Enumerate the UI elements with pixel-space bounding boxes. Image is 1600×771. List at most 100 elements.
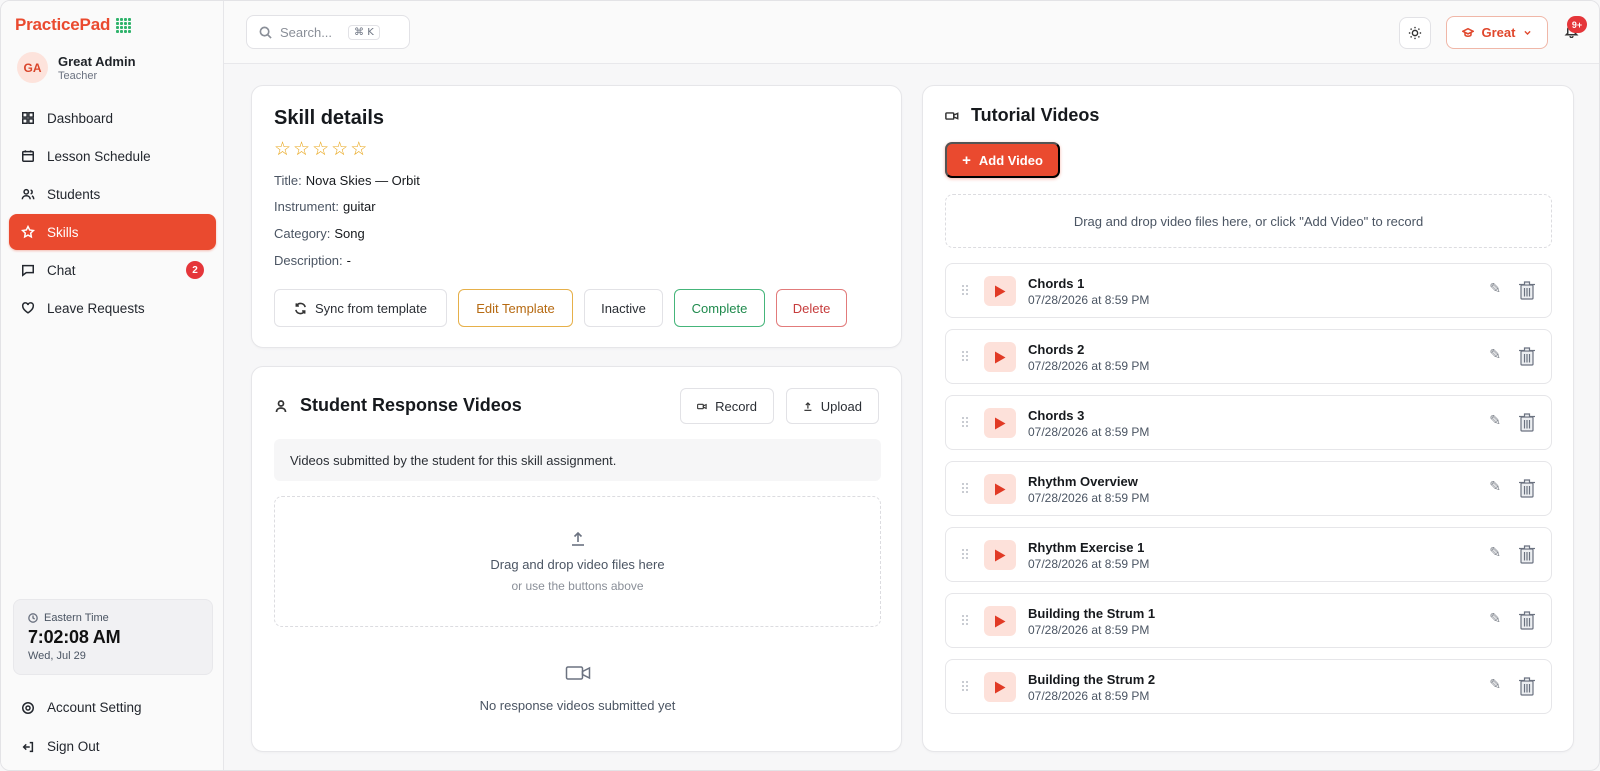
clock-icon: [28, 613, 38, 623]
trash-icon[interactable]: [1518, 478, 1536, 503]
video-date: 07/28/2026 at 8:59 PM: [1028, 359, 1150, 373]
rating-star-icon[interactable]: ☆: [274, 140, 291, 159]
sidebar-item-dashboard[interactable]: Dashboard: [9, 100, 216, 136]
tutorial-videos-heading: Tutorial Videos: [971, 105, 1100, 125]
brand-name: PracticePad: [15, 15, 111, 34]
pencil-icon[interactable]: ✎: [1489, 347, 1501, 363]
rating-star-icon[interactable]: ☆: [293, 140, 310, 159]
pencil-icon[interactable]: ✎: [1489, 281, 1501, 297]
clock-zone: Eastern Time: [28, 612, 198, 624]
upload-icon: [571, 531, 584, 546]
tutorial-video-dropzone[interactable]: Drag and drop video files here, or click…: [945, 194, 1552, 248]
field-value: Song: [334, 226, 365, 241]
upload-button[interactable]: Upload: [786, 388, 879, 424]
video-item[interactable]: Rhythm Overview 07/28/2026 at 8:59 PM ✎: [945, 461, 1552, 516]
video-title: Chords 2: [1028, 342, 1085, 357]
video-title: Rhythm Exercise 1: [1028, 540, 1145, 555]
field-label: Category:: [274, 226, 331, 241]
response-video-dropzone[interactable]: Drag and drop video files here or use th…: [274, 496, 881, 627]
add-video-button[interactable]: + Add Video: [945, 142, 1060, 178]
rating-star-icon[interactable]: ☆: [312, 140, 329, 159]
play-icon[interactable]: [984, 408, 1016, 438]
complete-button[interactable]: Complete: [674, 289, 765, 327]
delete-button[interactable]: Delete: [776, 289, 847, 327]
sidebar-item-label: Leave Requests: [47, 300, 145, 316]
trash-icon[interactable]: [1518, 412, 1536, 437]
sidebar-item-label: Lesson Schedule: [47, 148, 151, 164]
drag-handle-icon[interactable]: [962, 483, 968, 493]
skill-title-field: Title: Nova Skies — Orbit: [274, 173, 420, 188]
sync-from-template-button[interactable]: Sync from template: [274, 289, 447, 327]
star-icon: [21, 225, 35, 239]
sidebar-item-account-setting[interactable]: Account Setting: [9, 689, 216, 726]
clock-zone-label: Eastern Time: [44, 612, 109, 624]
trash-icon[interactable]: [1518, 346, 1536, 371]
pencil-icon[interactable]: ✎: [1489, 413, 1501, 429]
video-title: Rhythm Overview: [1028, 474, 1138, 489]
video-item[interactable]: Chords 2 07/28/2026 at 8:59 PM ✎: [945, 329, 1552, 384]
video-item[interactable]: Building the Strum 1 07/28/2026 at 8:59 …: [945, 593, 1552, 648]
calendar-icon: [22, 150, 34, 162]
drag-handle-icon[interactable]: [962, 549, 968, 559]
heart-icon: [22, 302, 34, 314]
record-button[interactable]: Record: [680, 388, 774, 424]
pencil-icon[interactable]: ✎: [1489, 611, 1501, 627]
trash-icon[interactable]: [1518, 280, 1536, 305]
trash-icon[interactable]: [1518, 610, 1536, 635]
skill-rating[interactable]: ☆ ☆ ☆ ☆ ☆: [274, 140, 367, 159]
play-icon[interactable]: [984, 276, 1016, 306]
sidebar-item-lesson-schedule[interactable]: Lesson Schedule: [9, 138, 216, 174]
video-item[interactable]: Chords 3 07/28/2026 at 8:59 PM ✎: [945, 395, 1552, 450]
play-icon[interactable]: [984, 606, 1016, 636]
play-icon[interactable]: [984, 540, 1016, 570]
search-input[interactable]: Search... ⌘ K: [246, 15, 410, 49]
trash-icon[interactable]: [1518, 544, 1536, 569]
drag-handle-icon[interactable]: [962, 681, 968, 691]
video-item[interactable]: Chords 1 07/28/2026 at 8:59 PM ✎: [945, 263, 1552, 318]
sidebar-item-chat[interactable]: Chat 2: [9, 252, 216, 288]
user-name: Great Admin: [58, 53, 136, 69]
sidebar-item-students[interactable]: Students: [9, 176, 216, 212]
drag-handle-icon[interactable]: [962, 351, 968, 361]
drag-handle-icon[interactable]: [962, 615, 968, 625]
clock-widget: Eastern Time 7:02:08 AM Wed, Jul 29: [13, 599, 213, 675]
skill-description-field: Description: -: [274, 253, 351, 268]
trash-icon[interactable]: [1518, 676, 1536, 701]
play-icon[interactable]: [984, 672, 1016, 702]
pencil-icon[interactable]: ✎: [1489, 545, 1501, 561]
clock-date: Wed, Jul 29: [28, 650, 86, 662]
brand-logo[interactable]: PracticePad: [15, 15, 132, 35]
app-window: PracticePad GA Great Admin Teacher Dashb…: [0, 0, 1600, 771]
top-bar: Search... ⌘ K Great 9+: [224, 1, 1599, 64]
theme-toggle-button[interactable]: [1399, 17, 1431, 49]
drag-handle-icon[interactable]: [962, 285, 968, 295]
search-shortcut: ⌘ K: [348, 24, 380, 40]
video-item[interactable]: Rhythm Exercise 1 07/28/2026 at 8:59 PM …: [945, 527, 1552, 582]
play-icon[interactable]: [984, 342, 1016, 372]
upload-icon: [804, 401, 812, 411]
pencil-icon[interactable]: ✎: [1489, 479, 1501, 495]
sidebar-item-leave-requests[interactable]: Leave Requests: [9, 290, 216, 326]
play-icon[interactable]: [984, 474, 1016, 504]
video-camera-icon: [565, 666, 590, 680]
video-date: 07/28/2026 at 8:59 PM: [1028, 491, 1150, 505]
chat-icon: [22, 264, 34, 277]
user-profile[interactable]: GA Great Admin Teacher: [17, 52, 136, 83]
sidebar-item-skills[interactable]: Skills: [9, 214, 216, 250]
button-label: Sync from template: [315, 300, 427, 316]
organization-switcher[interactable]: Great: [1446, 16, 1548, 49]
rating-star-icon[interactable]: ☆: [331, 140, 348, 159]
refresh-icon: [295, 302, 306, 314]
edit-template-button[interactable]: Edit Template: [458, 289, 573, 327]
rating-star-icon[interactable]: ☆: [350, 140, 367, 159]
sidebar-item-sign-out[interactable]: Sign Out: [9, 728, 216, 765]
pencil-icon[interactable]: ✎: [1489, 677, 1501, 693]
video-item[interactable]: Building the Strum 2 07/28/2026 at 8:59 …: [945, 659, 1552, 714]
field-label: Title:: [274, 173, 302, 188]
inactive-button[interactable]: Inactive: [584, 289, 663, 327]
skill-category-field: Category: Song: [274, 226, 365, 241]
drag-handle-icon[interactable]: [962, 417, 968, 427]
button-label: Record: [715, 398, 757, 414]
graduation-cap-icon: [1461, 27, 1474, 37]
field-value: guitar: [343, 199, 376, 214]
